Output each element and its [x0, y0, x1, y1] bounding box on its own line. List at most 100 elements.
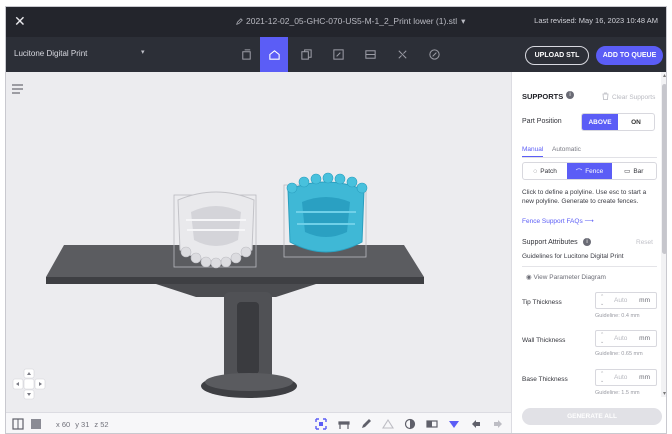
- layers-icon[interactable]: [30, 418, 42, 430]
- param-name: Base Thickness: [522, 376, 568, 383]
- upper-arch-inner: [302, 197, 350, 237]
- main-toolbar: Lucitone Digital Print ▾ UPLOAD STL ADD …: [6, 37, 666, 72]
- coord-z: z 52: [94, 420, 109, 429]
- patch-icon: ◌: [533, 167, 538, 175]
- supports-icon[interactable]: [260, 37, 288, 72]
- trash-icon: [602, 92, 609, 100]
- tab-manual[interactable]: Manual: [522, 146, 544, 157]
- reset-button[interactable]: Reset: [636, 239, 653, 246]
- pencil-icon[interactable]: [360, 418, 372, 430]
- add-to-queue-button[interactable]: ADD TO QUEUE: [596, 46, 663, 65]
- scene-canvas[interactable]: [6, 72, 511, 412]
- param-value: Auto: [614, 374, 628, 381]
- bar-icon: ▭: [624, 168, 631, 175]
- fence-option[interactable]: ⌒ Fence: [567, 163, 612, 179]
- layout-icon[interactable]: [356, 37, 384, 72]
- param-guideline: Guideline: 0.4 mm: [595, 313, 640, 319]
- above-option[interactable]: ABOVE: [582, 114, 618, 130]
- base-thickness-input[interactable]: ⌃ ⌄ Auto mm: [595, 369, 657, 386]
- file-name-text: 2021-12-02_05-GHC-070-US5-M-1_2_Print lo…: [246, 16, 458, 26]
- hamburger-menu-icon[interactable]: [12, 84, 23, 94]
- platform-base-top: [205, 373, 293, 391]
- fill-icon[interactable]: [448, 418, 460, 430]
- chevron-down-icon: ▾: [461, 16, 466, 26]
- bar-option[interactable]: ▭ Bar: [612, 163, 656, 179]
- wall-thickness-input[interactable]: ⌃ ⌄ Auto mm: [595, 330, 657, 347]
- param-guideline: Guideline: 1.5 mm: [595, 390, 640, 396]
- file-name[interactable]: 2021-12-02_05-GHC-070-US5-M-1_2_Print lo…: [236, 16, 465, 27]
- tip-thickness-input[interactable]: ⌃ ⌄ Auto mm: [595, 292, 657, 309]
- supports-panel: SUPPORTS i Clear Supports Part Position …: [511, 72, 666, 433]
- platform-edge: [46, 277, 424, 284]
- camera-nav-pad[interactable]: [12, 367, 46, 401]
- guidelines-label: Guidelines for Lucitone Digital Print: [522, 253, 624, 260]
- split-icon[interactable]: [388, 37, 416, 72]
- coordinates-readout: x 60 y 31 z 52: [56, 420, 114, 429]
- fence-label: Fence: [585, 167, 604, 175]
- lower-arch-inner: [191, 206, 241, 246]
- printer-select[interactable]: Lucitone Digital Print: [14, 49, 87, 58]
- undo-icon[interactable]: [470, 418, 482, 430]
- on-option[interactable]: ON: [618, 114, 654, 130]
- chevron-down-icon[interactable]: ▾: [141, 48, 145, 56]
- clear-supports-button[interactable]: Clear Supports: [602, 92, 655, 101]
- scroll-down-icon[interactable]: ▾: [661, 390, 666, 397]
- param-unit: mm: [639, 374, 650, 381]
- scrollbar-thumb[interactable]: [662, 84, 666, 254]
- patch-option[interactable]: ◌ Patch: [523, 163, 567, 179]
- copy-icon[interactable]: [292, 37, 320, 72]
- grid-view-icon[interactable]: [12, 418, 24, 430]
- eye-icon: ◉: [526, 274, 532, 281]
- generate-all-button[interactable]: GENERATE ALL: [522, 408, 662, 425]
- support-attributes-label: Support Attributes: [522, 239, 578, 246]
- support-mode-tabs: Manual Automatic: [522, 146, 657, 158]
- param-unit: mm: [639, 297, 650, 304]
- param-name: Tip Thickness: [522, 299, 562, 306]
- slice-icon[interactable]: [426, 418, 438, 430]
- stem-slot: [237, 302, 259, 374]
- select-icon[interactable]: [315, 418, 327, 430]
- part-position-toggle: ABOVE ON: [581, 113, 655, 131]
- stepper-arrows-icon[interactable]: ⌃ ⌄: [600, 371, 604, 385]
- viewport-bottom-bar: x 60 y 31 z 52: [6, 412, 511, 433]
- close-icon[interactable]: ✕: [14, 13, 26, 30]
- fence-faq-link[interactable]: Fence Support FAQs ⟶: [522, 217, 594, 225]
- coord-y: y 31: [75, 420, 90, 429]
- bridge-icon[interactable]: [338, 418, 350, 430]
- triangle-icon[interactable]: [382, 418, 394, 430]
- contrast-icon[interactable]: [404, 418, 416, 430]
- tip-thickness-param: Tip Thickness ⌃ ⌄ Auto mm Guideline: 0.4 …: [512, 292, 662, 326]
- view-parameter-diagram-link[interactable]: ◉ View Parameter Diagram: [526, 273, 606, 281]
- base-thickness-param: Base Thickness ⌃ ⌄ Auto mm Guideline: 1.5…: [512, 369, 662, 397]
- info-icon[interactable]: i: [583, 238, 591, 246]
- fence-faq-label: Fence Support FAQs: [522, 218, 583, 225]
- stepper-arrows-icon[interactable]: ⌃ ⌄: [600, 332, 604, 346]
- clear-supports-label: Clear Supports: [612, 94, 656, 101]
- patch-label: Patch: [540, 167, 557, 175]
- scroll-up-icon[interactable]: ▴: [661, 72, 666, 79]
- 3d-viewport[interactable]: [6, 72, 511, 412]
- title-bar: ✕ 2021-12-02_05-GHC-070-US5-M-1_2_Print …: [6, 7, 666, 37]
- file-icon[interactable]: [232, 37, 260, 72]
- param-value: Auto: [614, 297, 628, 304]
- param-guideline: Guideline: 0.65 mm: [595, 351, 643, 357]
- last-revised: Last revised: May 16, 2023 10:48 AM: [534, 16, 658, 25]
- bar-label: Bar: [633, 167, 644, 175]
- info-icon[interactable]: i: [566, 91, 574, 99]
- edit-icon[interactable]: [420, 37, 448, 72]
- stepper-arrows-icon[interactable]: ⌃ ⌄: [600, 294, 604, 308]
- crop-icon[interactable]: [324, 37, 352, 72]
- part-position-label: Part Position: [522, 118, 562, 125]
- coord-x: x 60: [56, 420, 71, 429]
- arrow-right-icon: ⟶: [584, 218, 594, 225]
- tab-automatic[interactable]: Automatic: [552, 146, 581, 153]
- param-name: Wall Thickness: [522, 337, 566, 344]
- pencil-icon: [236, 18, 243, 25]
- redo-icon[interactable]: [492, 418, 504, 430]
- panel-scroll-area[interactable]: SUPPORTS i Clear Supports Part Position …: [512, 72, 662, 397]
- support-type-toggle: ◌ Patch ⌒ Fence ▭ Bar: [522, 162, 657, 180]
- view-parameter-diagram-label: View Parameter Diagram: [533, 274, 606, 281]
- divider: [522, 266, 657, 267]
- upload-stl-button[interactable]: UPLOAD STL: [525, 46, 589, 65]
- panel-scrollbar[interactable]: ▴ ▾: [661, 72, 666, 397]
